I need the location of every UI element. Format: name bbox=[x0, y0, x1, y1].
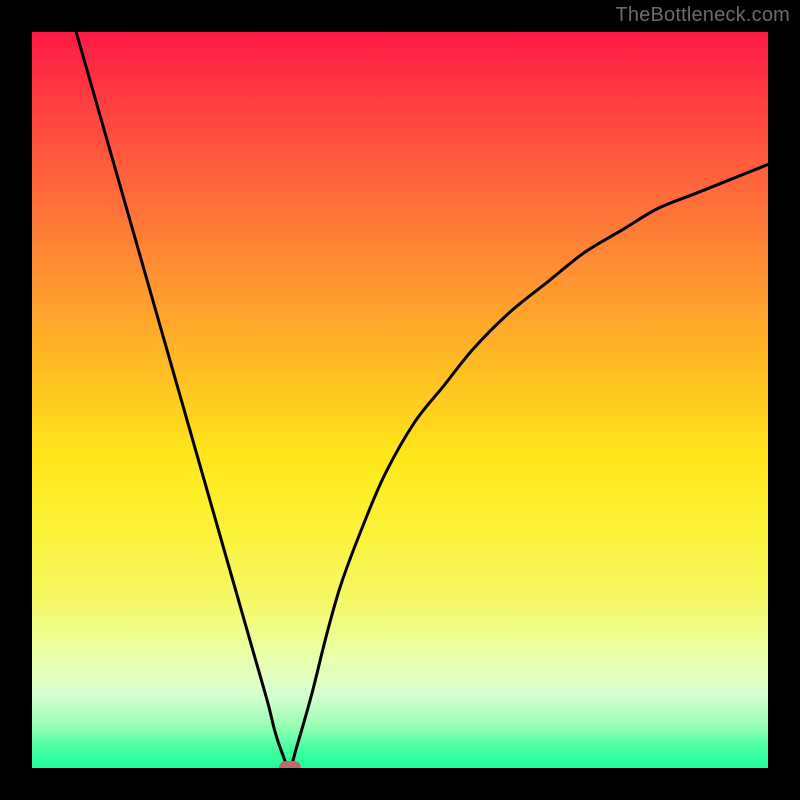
chart-frame bbox=[0, 0, 800, 800]
attribution-text: TheBottleneck.com bbox=[615, 4, 790, 27]
